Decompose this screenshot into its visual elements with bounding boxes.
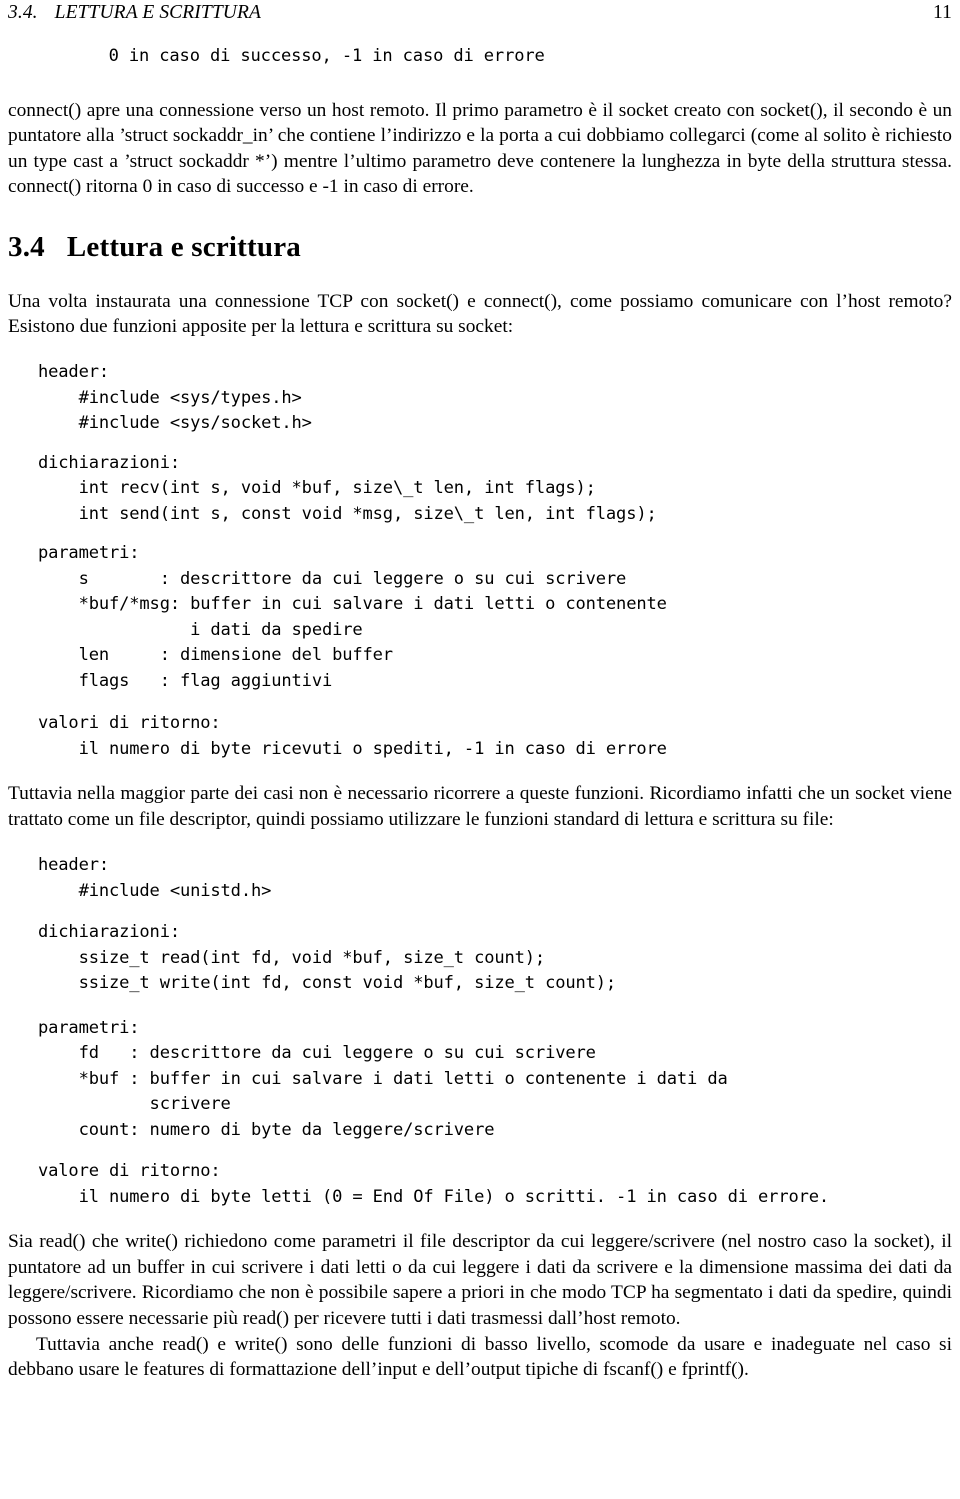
code-block-return-unistd: valore di ritorno: il numero di byte let… (38, 1161, 830, 1207)
section-heading: 3.4 Lettura e scrittura (8, 230, 952, 264)
code-block-declarations-unistd: dichiarazioni: ssize_t read(int fd, void… (38, 922, 617, 994)
code-block-declarations-socket: dichiarazioni: int recv(int s, void *buf… (38, 452, 657, 524)
code-block-header-socket: header: #include <sys/types.h> #include … (38, 362, 312, 434)
section-heading-title: Lettura e scrittura (66, 230, 301, 263)
code-block-parameters-unistd: parametri: fd : descrittore da cui legge… (38, 1017, 728, 1140)
code-block-header-unistd: header: #include <unistd.h> (38, 855, 272, 901)
paragraph-connect-description: connect() apre una connessione verso un … (8, 99, 952, 198)
paragraph-intro: Una volta instaurata una connessione TCP… (8, 290, 952, 338)
code-block-connect-return: 0 in caso di successo, -1 in caso di err… (68, 46, 545, 66)
page-number: 11 (933, 2, 952, 23)
paragraph-low-level: Tuttavia anche read() e write() sono del… (8, 1333, 952, 1381)
paragraph-read-write: Sia read() che write() richiedono come p… (8, 1231, 952, 1330)
page-content: 0 in caso di successo, -1 in caso di err… (8, 44, 952, 1383)
paragraph-file-descriptor: Tuttavia nella maggior parte dei casi no… (8, 783, 952, 830)
code-block-parameters-socket: parametri: s : descrittore da cui legger… (38, 543, 667, 691)
running-header-section-title: LETTURA E SCRITTURA (54, 2, 261, 23)
section-heading-number: 3.4 (8, 230, 45, 263)
running-header: 3.4. LETTURA E SCRITTURA 11 (8, 2, 952, 28)
running-header-section-number: 3.4. (8, 2, 38, 23)
code-block-return-socket: valori di ritorno: il numero di byte ric… (38, 713, 667, 759)
document-page: 3.4. LETTURA E SCRITTURA 11 0 in caso di… (0, 0, 960, 1499)
running-header-left: 3.4. LETTURA E SCRITTURA (8, 2, 261, 24)
